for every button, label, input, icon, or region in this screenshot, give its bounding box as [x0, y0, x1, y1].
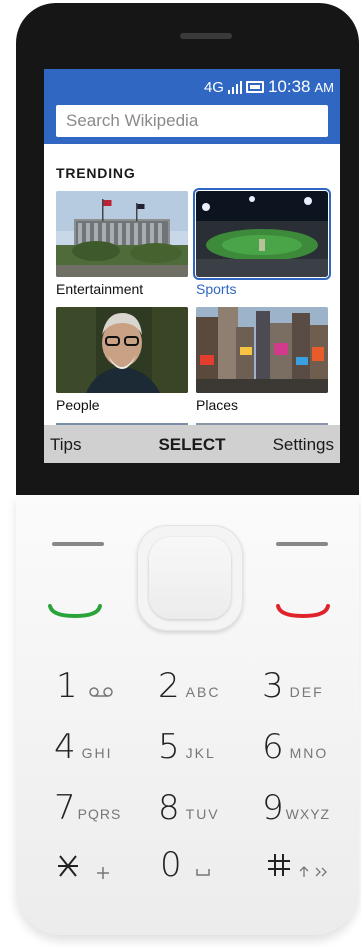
tile-people[interactable]: People [56, 307, 188, 413]
plus-icon [97, 867, 109, 879]
tile-sports[interactable]: Sports [193, 188, 331, 297]
key-letters: GHI [81, 745, 113, 761]
key-8[interactable]: 8 TUV [158, 788, 220, 828]
key-letters: PQRS [77, 806, 122, 822]
key-4[interactable]: 4 GHI [54, 727, 113, 767]
voicemail-icon [88, 687, 113, 697]
section-title: TRENDING [56, 165, 136, 181]
right-soft-key[interactable] [276, 542, 328, 546]
clock-time: 10:38 [267, 77, 311, 96]
key-number: 0 [160, 845, 182, 885]
status-bar: 4G 10:38 AM [44, 69, 340, 102]
key-5[interactable]: 5 JKL [158, 727, 216, 767]
key-letters: TUV [185, 806, 220, 822]
battery-icon [245, 81, 264, 93]
search-input[interactable] [56, 105, 328, 137]
key-number: 5 [158, 727, 180, 767]
softkey-bar: Tips SELECT Settings [44, 425, 340, 463]
tile-entertainment[interactable]: Entertainment [56, 191, 188, 297]
key-letters: ABC [185, 684, 221, 700]
key-6[interactable]: 6 MNO [262, 727, 328, 767]
dpad-center-button[interactable] [149, 537, 231, 619]
entertainment-thumbnail [56, 191, 188, 277]
key-letters: DEF [289, 684, 324, 700]
key-letters: MNO [289, 745, 329, 761]
clock-ampm: AM [314, 79, 335, 95]
key-star[interactable] [54, 852, 110, 880]
tile-label: Entertainment [56, 281, 144, 297]
space-icon [195, 869, 210, 876]
key-letters: JKL [185, 745, 216, 761]
tile-label: Sports [196, 281, 237, 297]
key-letters: WXYZ [285, 806, 331, 822]
dpad[interactable] [137, 525, 243, 631]
key-7[interactable]: 7 PQRS [54, 788, 121, 828]
key-3[interactable]: 3 DEF [262, 666, 324, 706]
people-thumbnail [56, 307, 188, 393]
key-2[interactable]: 2 ABC [158, 666, 220, 706]
hash-key-icon [268, 854, 290, 876]
speaker-grille [180, 33, 232, 39]
signal-icon [227, 80, 242, 94]
key-1[interactable]: 1 [56, 666, 114, 706]
network-label: 4G [203, 78, 224, 96]
language-icon [315, 867, 327, 877]
star-key-icon [58, 855, 78, 877]
key-hash[interactable] [266, 852, 330, 878]
key-number: 4 [54, 727, 76, 767]
search-bar [44, 102, 340, 144]
key-number: 1 [56, 666, 78, 706]
key-number: 3 [262, 666, 284, 706]
left-soft-key[interactable] [52, 542, 104, 546]
softkey-right[interactable]: Settings [273, 435, 334, 455]
key-0[interactable]: 0 [160, 845, 210, 885]
end-call-icon[interactable] [276, 604, 330, 618]
key-number: 2 [158, 666, 180, 706]
tile-label: Places [196, 397, 239, 413]
places-thumbnail [196, 307, 328, 393]
screen: 4G 10:38 AM TRENDING [44, 69, 340, 463]
tile-places[interactable]: Places [196, 307, 328, 413]
shift-arrow-icon [299, 866, 309, 877]
sports-thumbnail [193, 188, 331, 280]
key-number: 8 [158, 788, 180, 828]
tile-label: People [56, 397, 100, 413]
key-number: 6 [262, 727, 284, 767]
key-number: 7 [54, 788, 76, 828]
key-number: 9 [262, 788, 284, 828]
call-icon[interactable] [48, 604, 102, 618]
key-9[interactable]: 9 WXYZ [262, 788, 330, 828]
